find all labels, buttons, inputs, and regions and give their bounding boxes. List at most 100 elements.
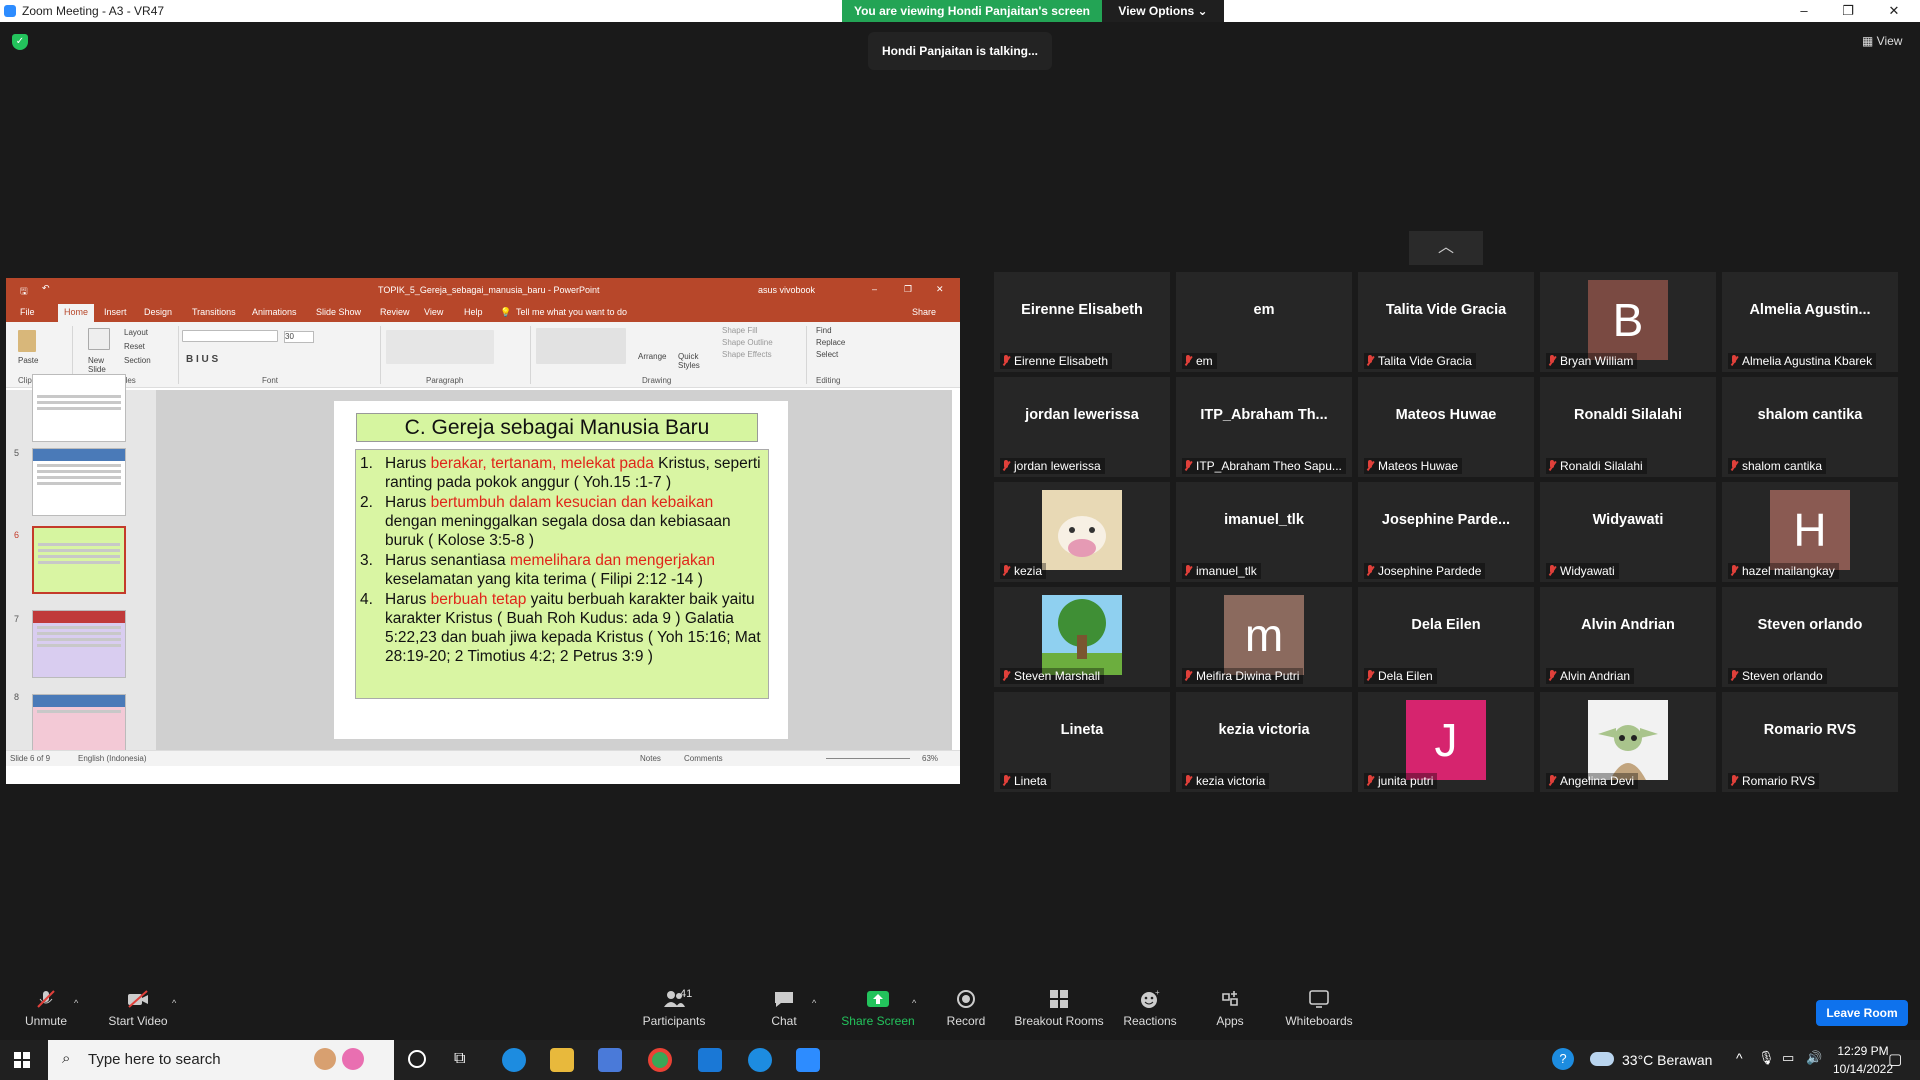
participant-tile[interactable]: kezia victoria kezia victoria: [1176, 692, 1352, 792]
participant-tile[interactable]: Dela Eilen Dela Eilen: [1358, 587, 1534, 687]
cortana-icon[interactable]: [408, 1050, 426, 1068]
minimize-button[interactable]: –: [1782, 0, 1826, 22]
section-button[interactable]: Section: [124, 356, 151, 365]
participant-tile[interactable]: Steven orlando Steven orlando: [1722, 587, 1898, 687]
task-view-icon[interactable]: ⧉: [454, 1050, 465, 1068]
participant-tile[interactable]: Eirenne Elisabeth Eirenne Elisabeth: [994, 272, 1170, 372]
paste-label[interactable]: Paste: [18, 356, 38, 365]
tab-slide-show[interactable]: Slide Show: [316, 307, 361, 317]
undo-icon[interactable]: ↶: [42, 283, 50, 294]
tab-review[interactable]: Review: [380, 307, 410, 317]
whiteboards-button[interactable]: Whiteboards: [1282, 974, 1356, 1038]
network-icon[interactable]: ▭: [1782, 1050, 1794, 1066]
close-button[interactable]: ✕: [1872, 0, 1916, 22]
file-explorer-icon[interactable]: [550, 1048, 574, 1072]
help-icon[interactable]: ?: [1552, 1048, 1574, 1070]
security-shield-icon[interactable]: ✓: [12, 34, 28, 50]
store-icon[interactable]: [598, 1048, 622, 1072]
participant-tile[interactable]: m Meifira Diwina Putri: [1176, 587, 1352, 687]
zoom-taskbar-icon[interactable]: [796, 1048, 820, 1072]
ppt-share-button[interactable]: Share: [912, 307, 936, 317]
edge-icon[interactable]: [502, 1048, 526, 1072]
participant-tile[interactable]: kezia: [994, 482, 1170, 582]
microphone-tray-icon[interactable]: 🎙: [1758, 1050, 1775, 1066]
collapse-up-button[interactable]: ︿: [1409, 231, 1483, 265]
video-options-caret-icon[interactable]: ^: [172, 998, 176, 1008]
reactions-button[interactable]: + Reactions: [1120, 974, 1180, 1038]
view-layout-button[interactable]: ▦ View: [1862, 34, 1902, 48]
start-video-button[interactable]: Start Video: [100, 974, 176, 1038]
replace-button[interactable]: Replace: [816, 338, 845, 347]
paste-icon[interactable]: [18, 330, 36, 352]
clock-time[interactable]: 12:29 PM: [1834, 1044, 1892, 1058]
participant-tile[interactable]: B Bryan William: [1540, 272, 1716, 372]
slide-thumbnail[interactable]: [32, 374, 126, 442]
participant-tile[interactable]: em em: [1176, 272, 1352, 372]
participant-tile[interactable]: Josephine Parde... Josephine Pardede: [1358, 482, 1534, 582]
weather-text[interactable]: 33°C Berawan: [1622, 1052, 1712, 1068]
participant-tile[interactable]: Ronaldi Silalahi Ronaldi Silalahi: [1540, 377, 1716, 477]
chat-button[interactable]: Chat: [762, 974, 806, 1038]
slide-body[interactable]: 1. Harus berakar, tertanam, melekat pada …: [355, 449, 769, 699]
mail-icon[interactable]: [698, 1048, 722, 1072]
share-screen-button[interactable]: Share Screen: [838, 974, 918, 1038]
participant-tile[interactable]: ITP_Abraham Th... ITP_Abraham Theo Sapu..…: [1176, 377, 1352, 477]
volume-icon[interactable]: 🔊: [1806, 1050, 1822, 1066]
slide-editing-canvas[interactable]: C. Gereja sebagai Manusia Baru 1. Harus b…: [156, 390, 952, 750]
participants-button[interactable]: 41 Participants: [638, 974, 710, 1038]
taskbar-search-box[interactable]: ⌕ Type here to search: [48, 1040, 394, 1080]
font-name-box[interactable]: [182, 330, 278, 342]
tray-overflow-icon[interactable]: ^: [1736, 1050, 1743, 1066]
new-slide-icon[interactable]: [88, 328, 110, 350]
chrome-icon[interactable]: [648, 1048, 672, 1072]
participant-tile[interactable]: Lineta Lineta: [994, 692, 1170, 792]
participant-tile[interactable]: Hhazel mailangkay: [1722, 482, 1898, 582]
apps-button[interactable]: Apps: [1208, 974, 1252, 1038]
layout-button[interactable]: Layout: [124, 328, 148, 337]
tab-design[interactable]: Design: [144, 307, 172, 317]
tab-file[interactable]: File: [20, 307, 35, 317]
participant-tile[interactable]: shalom cantika shalom cantika: [1722, 377, 1898, 477]
participant-tile[interactable]: Steven Marshall: [994, 587, 1170, 687]
zoom-level[interactable]: 63%: [922, 754, 938, 763]
tab-home[interactable]: Home: [58, 304, 95, 322]
save-icon[interactable]: 🖫: [20, 284, 28, 300]
tab-insert[interactable]: Insert: [104, 307, 127, 317]
audio-options-caret-icon[interactable]: ^: [74, 998, 78, 1008]
notification-icon[interactable]: ▢: [1888, 1050, 1902, 1068]
participant-tile[interactable]: Talita Vide Gracia Talita Vide Gracia: [1358, 272, 1534, 372]
current-slide[interactable]: C. Gereja sebagai Manusia Baru 1. Harus b…: [334, 401, 788, 739]
slide-thumbnail[interactable]: [32, 610, 126, 678]
participant-tile[interactable]: Mateos Huwae Mateos Huwae: [1358, 377, 1534, 477]
share-options-caret-icon[interactable]: ^: [912, 998, 916, 1008]
shape-effects-button[interactable]: Shape Effects: [722, 350, 772, 359]
find-button[interactable]: Find: [816, 326, 832, 335]
slide-title[interactable]: C. Gereja sebagai Manusia Baru: [356, 413, 758, 442]
participant-tile[interactable]: Almelia Agustin... Almelia Agustina Kbare…: [1722, 272, 1898, 372]
new-slide-label[interactable]: New Slide: [88, 356, 118, 374]
participant-tile[interactable]: Widyawati Widyawati: [1540, 482, 1716, 582]
participant-tile[interactable]: Angelina Devi: [1540, 692, 1716, 792]
clock-date[interactable]: 10/14/2022: [1832, 1062, 1894, 1076]
participant-tile[interactable]: jordan lewerissa jordan lewerissa: [994, 377, 1170, 477]
slide-thumbnail[interactable]: [32, 448, 126, 516]
leave-room-button[interactable]: Leave Room: [1816, 1000, 1908, 1026]
slide-thumbnail-selected[interactable]: [32, 526, 126, 594]
tab-help[interactable]: Help: [464, 307, 483, 317]
tab-animations[interactable]: Animations: [252, 307, 297, 317]
tab-transitions[interactable]: Transitions: [192, 307, 236, 317]
view-options-button[interactable]: View Options ⌄: [1102, 0, 1224, 22]
participant-tile[interactable]: Romario RVS Romario RVS: [1722, 692, 1898, 792]
bold-icon[interactable]: B I U S: [186, 354, 218, 365]
participant-tile[interactable]: Alvin Andrian Alvin Andrian: [1540, 587, 1716, 687]
notes-button[interactable]: Notes: [640, 754, 661, 763]
zoom-slider[interactable]: [826, 758, 910, 759]
maximize-button[interactable]: ❐: [1826, 0, 1870, 22]
select-button[interactable]: Select: [816, 350, 838, 359]
chat-options-caret-icon[interactable]: ^: [812, 998, 816, 1008]
shape-outline-button[interactable]: Shape Outline: [722, 338, 773, 347]
shapes-gallery[interactable]: [536, 328, 626, 364]
language-status[interactable]: English (Indonesia): [78, 754, 146, 763]
participant-tile[interactable]: imanuel_tlk imanuel_tlk: [1176, 482, 1352, 582]
comments-button[interactable]: Comments: [684, 754, 723, 763]
